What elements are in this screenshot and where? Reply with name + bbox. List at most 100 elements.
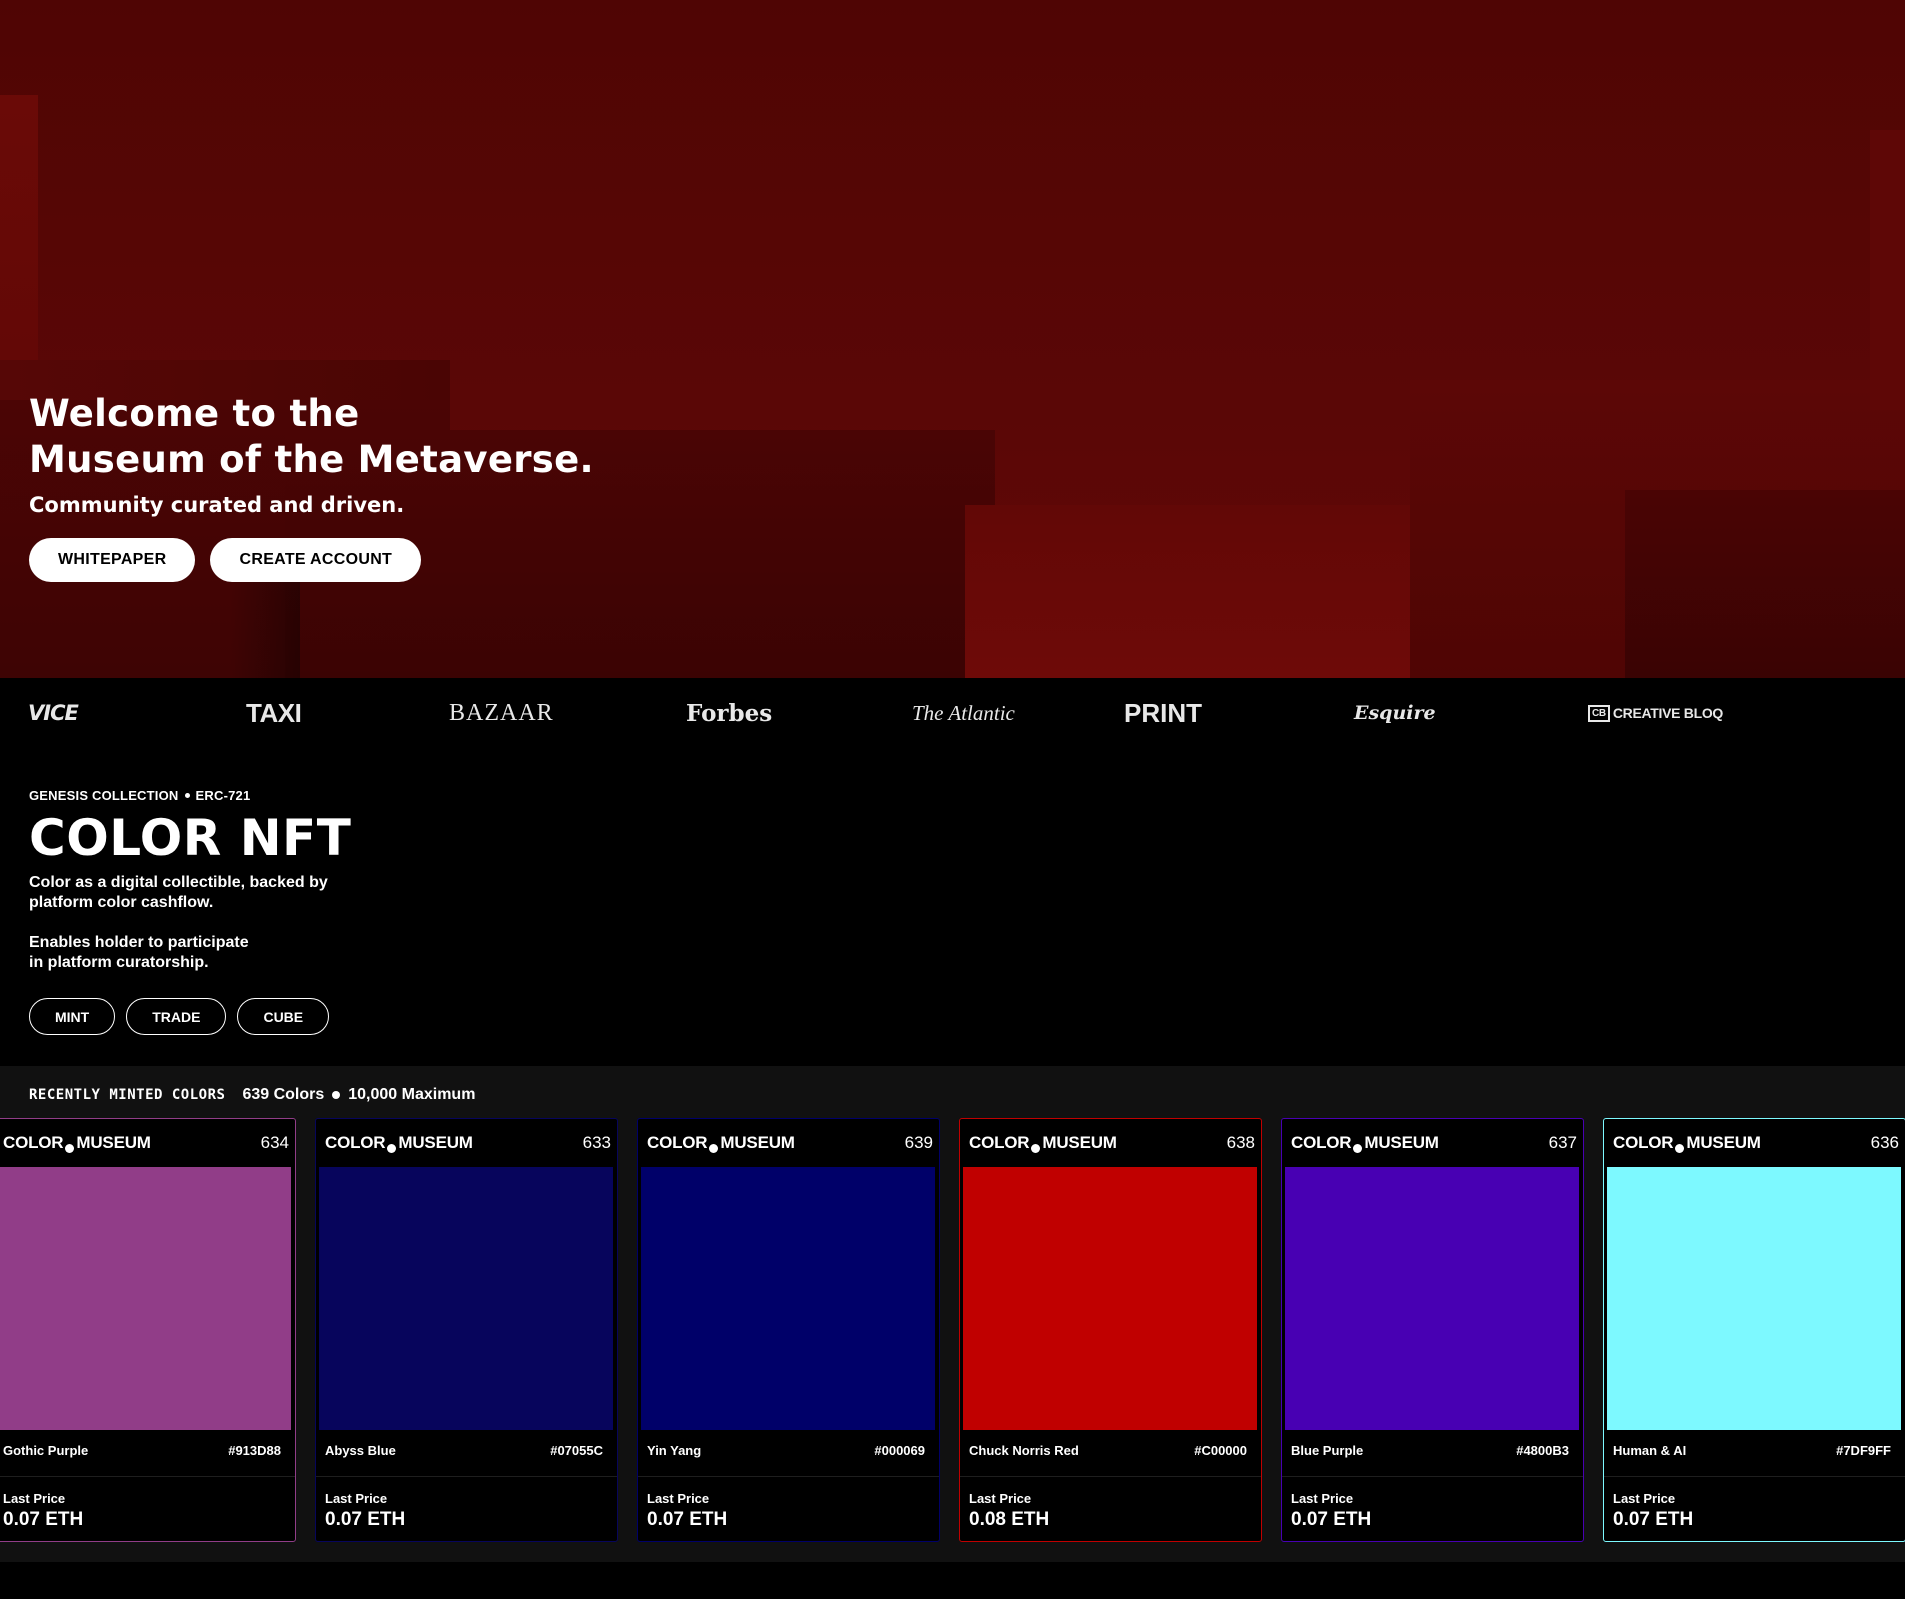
forbes-logo: Forbes (686, 699, 773, 727)
hero-text: Welcome to the Museum of the Metaverse. … (29, 391, 594, 517)
brand-dot (1353, 1143, 1363, 1153)
trade-button[interactable]: TRADE (126, 998, 227, 1035)
recent-label: RECENTLY MINTED COLORS (29, 1087, 226, 1103)
card-info: Abyss Blue #07055C (325, 1443, 603, 1458)
genesis-section: GENESIS COLLECTION ERC-721 COLOR NFT Colo… (29, 788, 629, 1035)
card-header: COLOR MUSEUM 636 (1604, 1119, 1905, 1167)
card-info: Chuck Norris Red #C00000 (969, 1443, 1247, 1458)
color-swatch[interactable] (1607, 1167, 1901, 1430)
brand-dot (709, 1143, 719, 1153)
card-divider (960, 1476, 1261, 1477)
hero-title: Welcome to the Museum of the Metaverse. (29, 391, 594, 483)
price-label: Last Price (1613, 1491, 1676, 1506)
collection-eyebrow: GENESIS COLLECTION ERC-721 (29, 788, 629, 803)
color-swatch[interactable] (963, 1167, 1257, 1430)
hero-section: Welcome to the Museum of the Metaverse. … (0, 0, 1905, 678)
esquire-logo: Esquire (1354, 702, 1436, 724)
separator-dot (184, 793, 190, 799)
color-card[interactable]: COLOR MUSEUM 637 Blue Purple #4800B3 Last… (1281, 1118, 1584, 1542)
color-card[interactable]: COLOR MUSEUM 634 Gothic Purple #913D88 La… (0, 1118, 296, 1542)
card-info: Human & AI #7DF9FF (1613, 1443, 1891, 1458)
color-swatch[interactable] (319, 1167, 613, 1430)
hero-title-line: Welcome to the (29, 392, 360, 435)
card-info: Yin Yang #000069 (647, 1443, 925, 1458)
card-divider (316, 1476, 617, 1477)
cube-button[interactable]: CUBE (237, 998, 330, 1035)
color-card[interactable]: COLOR MUSEUM 636 Human & AI #7DF9FF Last … (1603, 1118, 1905, 1542)
price-value: 0.08 ETH (969, 1509, 1050, 1530)
description-line: in platform curatorship. (29, 954, 209, 971)
color-hex: #7DF9FF (1836, 1443, 1891, 1458)
brand-left: COLOR (1291, 1133, 1352, 1152)
hero-backdrop-block (1625, 490, 1905, 678)
recently-minted-section: RECENTLY MINTED COLORS 639 Colors 10,000… (0, 1066, 1905, 1562)
color-name: Human & AI (1613, 1443, 1687, 1458)
color-museum-logo: COLOR MUSEUM (1291, 1133, 1439, 1153)
color-swatch[interactable] (0, 1167, 291, 1430)
color-card[interactable]: COLOR MUSEUM 633 Abyss Blue #07055C Last … (315, 1118, 618, 1542)
color-hex: #07055C (550, 1443, 603, 1458)
card-divider (0, 1476, 295, 1477)
recent-header: RECENTLY MINTED COLORS 639 Colors 10,000… (29, 1086, 475, 1104)
atlantic-logo: The Atlantic (912, 700, 1015, 725)
price-value: 0.07 ETH (325, 1509, 406, 1530)
card-header: COLOR MUSEUM 633 (316, 1119, 617, 1167)
card-header: COLOR MUSEUM 634 (0, 1119, 295, 1167)
brand-right: MUSEUM (1042, 1133, 1117, 1152)
price-value: 0.07 ETH (647, 1509, 728, 1530)
token-standard: ERC-721 (195, 788, 251, 803)
brand-right: MUSEUM (720, 1133, 795, 1152)
taxi-logo: TAXI (246, 697, 302, 728)
brand-dot (1031, 1143, 1041, 1153)
description-line: Color as a digital collectible, backed b… (29, 874, 328, 891)
brand-dot (387, 1143, 397, 1153)
collection-description: Enables holder to participate in platfor… (29, 933, 629, 973)
card-header: COLOR MUSEUM 637 (1282, 1119, 1583, 1167)
card-divider (638, 1476, 939, 1477)
color-name: Abyss Blue (325, 1443, 396, 1458)
brand-left: COLOR (1613, 1133, 1674, 1152)
whitepaper-button[interactable]: WHITEPAPER (29, 538, 196, 582)
card-divider (1282, 1476, 1583, 1477)
card-header: COLOR MUSEUM 639 (638, 1119, 939, 1167)
brand-right: MUSEUM (398, 1133, 473, 1152)
recent-count: 639 Colors 10,000 Maximum (242, 1086, 475, 1104)
price-label: Last Price (969, 1491, 1032, 1506)
separator-dot (332, 1091, 341, 1099)
token-id: 639 (904, 1133, 933, 1152)
creative-bloq-mark: CB (1588, 704, 1610, 722)
card-info: Blue Purple #4800B3 (1291, 1443, 1569, 1458)
token-id: 634 (260, 1133, 289, 1152)
color-hex: #4800B3 (1516, 1443, 1569, 1458)
color-swatch[interactable] (641, 1167, 935, 1430)
collection-description: Color as a digital collectible, backed b… (29, 873, 629, 913)
hero-backdrop-block (1870, 130, 1905, 410)
price-value: 0.07 ETH (1613, 1509, 1694, 1530)
price-label: Last Price (647, 1491, 710, 1506)
brand-left: COLOR (3, 1133, 64, 1152)
print-logo: PRINT (1124, 697, 1202, 728)
color-museum-logo: COLOR MUSEUM (647, 1133, 795, 1153)
color-card[interactable]: COLOR MUSEUM 638 Chuck Norris Red #C00000… (959, 1118, 1262, 1542)
brand-left: COLOR (969, 1133, 1030, 1152)
create-account-button[interactable]: CREATE ACCOUNT (210, 538, 422, 582)
card-divider (1604, 1476, 1905, 1477)
price-label: Last Price (1291, 1491, 1354, 1506)
color-museum-logo: COLOR MUSEUM (1613, 1133, 1761, 1153)
hero-actions: WHITEPAPER CREATE ACCOUNT (29, 538, 422, 582)
color-museum-logo: COLOR MUSEUM (3, 1133, 151, 1153)
color-hex: #000069 (874, 1443, 925, 1458)
press-logos: VICE TAXI BAZAAR Forbes The Atlantic PRI… (0, 678, 1905, 748)
collection-name: GENESIS COLLECTION (29, 788, 179, 803)
color-name: Blue Purple (1291, 1443, 1364, 1458)
brand-dot (1675, 1143, 1685, 1153)
mint-button[interactable]: MINT (29, 998, 116, 1035)
brand-right: MUSEUM (76, 1133, 151, 1152)
color-swatch[interactable] (1285, 1167, 1579, 1430)
price-value: 0.07 ETH (1291, 1509, 1372, 1530)
color-card[interactable]: COLOR MUSEUM 639 Yin Yang #000069 Last Pr… (637, 1118, 940, 1542)
token-id: 638 (1226, 1133, 1255, 1152)
price-label: Last Price (325, 1491, 388, 1506)
collection-actions: MINT TRADE CUBE (29, 998, 629, 1035)
price-label: Last Price (3, 1491, 66, 1506)
